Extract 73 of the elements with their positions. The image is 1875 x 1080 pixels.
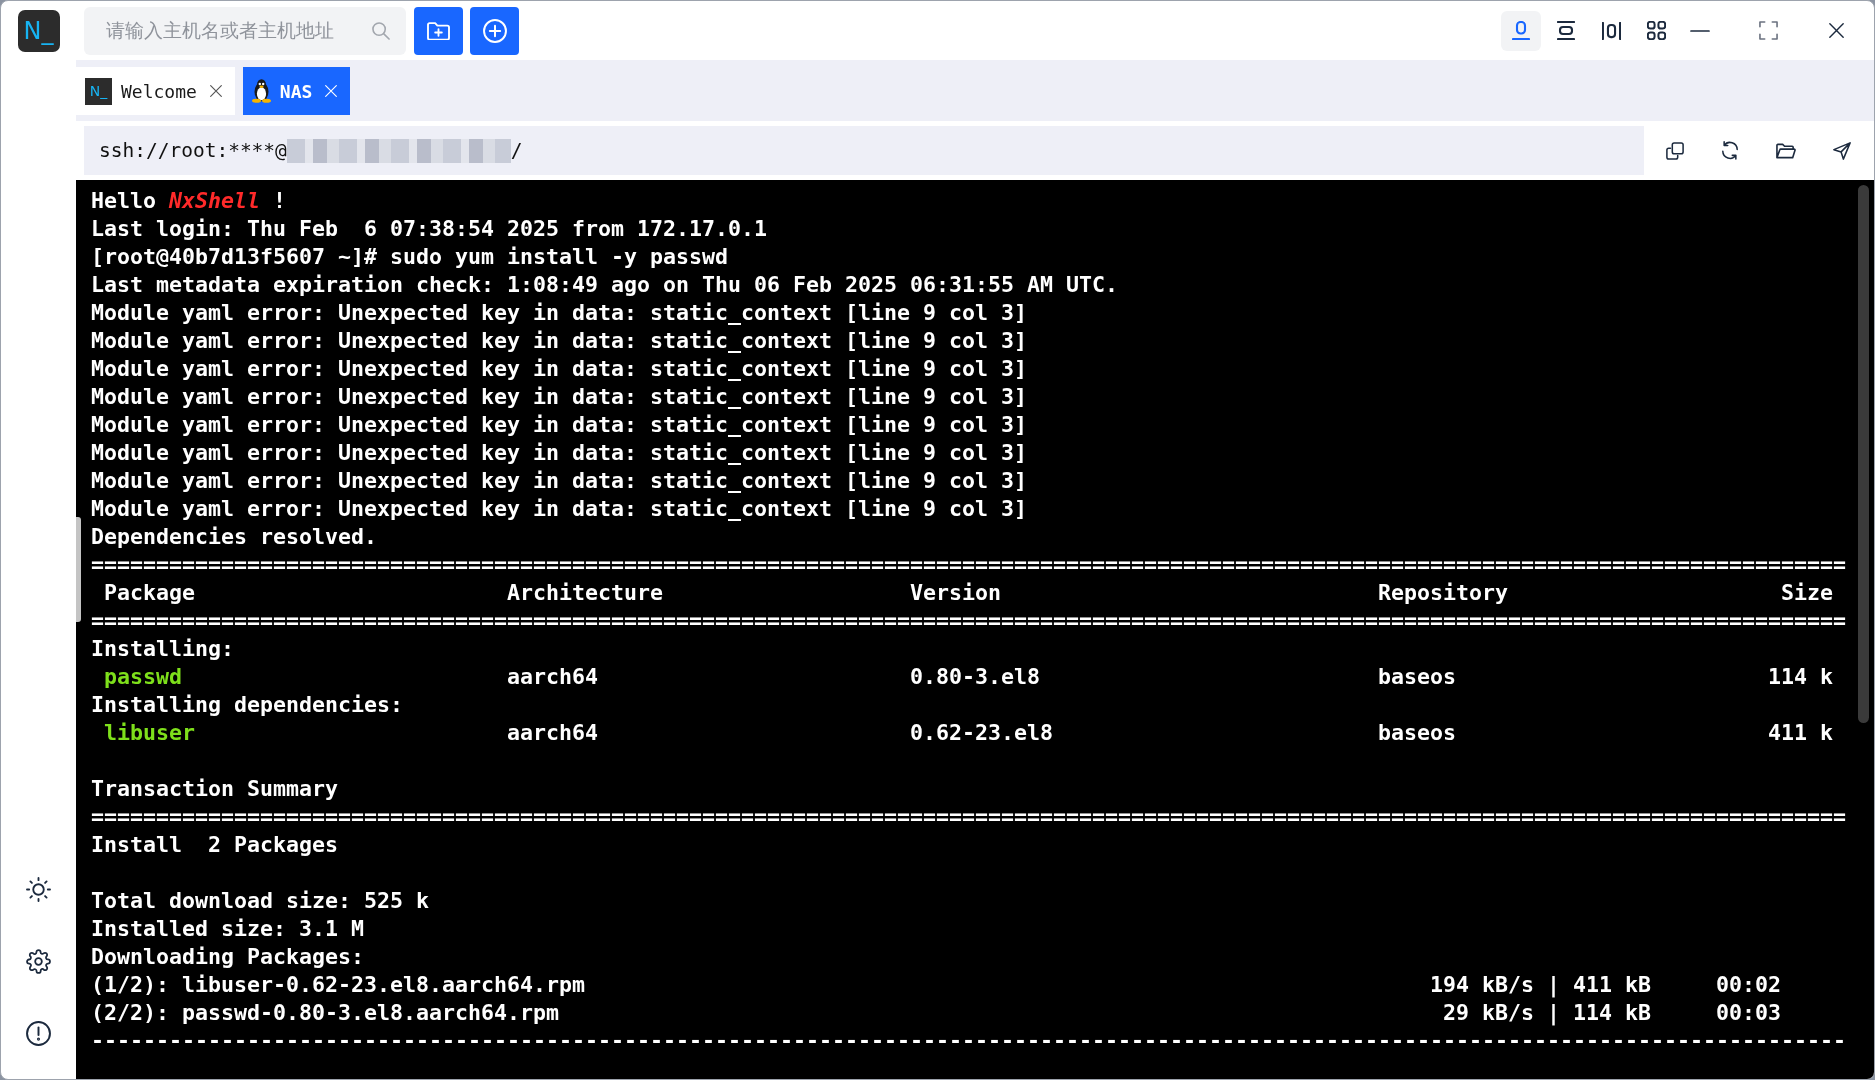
alert-icon[interactable] [26,1021,51,1046]
column-header: Package [104,579,195,607]
package-name: libuser [104,719,195,747]
separator-line: ======================================================================================================================================= [91,803,1847,831]
terminal-line: Total download size: 525 k [91,887,429,915]
table-cell: 114 k [1768,663,1834,691]
column-header: Architecture [507,579,664,607]
resize-handle[interactable] [76,517,81,622]
new-folder-button[interactable] [414,6,463,55]
table-cell: baseos [1378,719,1457,747]
download-stats: 194 kB/s | 411 kB 00:02 [1430,971,1782,999]
separator-line: ======================================================================================================================================= [91,551,1847,579]
close-icon[interactable] [209,85,222,97]
table-cell: 411 k [1768,719,1834,747]
address-text: / [510,139,523,162]
terminal-line: Installed size: 3.1 M [91,915,364,943]
table-cell: aarch64 [507,663,599,691]
address-text: ssh://root:****@ [99,139,287,162]
send-icon[interactable] [1833,141,1851,160]
settings-icon[interactable] [26,949,51,974]
minimize-icon [1690,29,1710,32]
single-pane-icon [1512,21,1530,40]
terminal-line: Installing: [91,635,234,663]
terminal-line: Module yaml error: Unexpected key in data: static_context [line 9 col 3] [91,439,1028,467]
refresh-icon[interactable] [1721,141,1739,160]
terminal-line: Last metadata expiration check: 1:08:49 ago on Thu 06 Feb 2025 06:31:55 AM UTC. [91,271,1119,299]
table-cell: baseos [1378,663,1457,691]
download-stats: 29 kB/s | 114 kB 00:03 [1443,999,1782,1027]
terminal-line: Transaction Summary [91,775,338,803]
columns-layout-icon [1601,21,1621,40]
close-icon [1828,23,1844,38]
terminal-line: Module yaml error: Unexpected key in data: static_context [line 9 col 3] [91,299,1028,327]
terminal-line: Module yaml error: Unexpected key in data: static_context [line 9 col 3] [91,495,1028,523]
separator-line: --------------------------------------------------------------------------------------------------------------------------------------- [91,1027,1847,1055]
rows-layout-icon [1557,21,1575,40]
table-cell: 0.62-23.el8 [910,719,1054,747]
tab[interactable]: NAS [242,67,351,115]
terminal-line: [root@40b7d13f5607 ~]# sudo yum install -y passwd [91,243,729,271]
sun-icon[interactable] [26,877,51,902]
terminal-line: Install 2 Packages [91,831,338,859]
terminal-line: Last login: Thu Feb 6 07:38:54 2025 from 172.17.0.1 [91,215,768,243]
folder-plus-icon [427,21,450,40]
app-logo: N_ [85,77,112,105]
package-name: passwd [104,663,182,691]
terminal-line: Module yaml error: Unexpected key in data: static_context [line 9 col 3] [91,355,1028,383]
terminal-line: Dependencies resolved. [91,523,377,551]
table-cell: aarch64 [507,719,599,747]
penguin-icon [251,79,271,103]
terminal-line: Installing dependencies: [91,691,403,719]
scrollbar[interactable] [1858,185,1869,723]
separator-line: ======================================================================================================================================= [91,607,1847,635]
app-logo: N_ [17,9,60,52]
terminal-line: Hello NxShell ! [91,187,287,215]
tab[interactable]: N_ Welcome [76,67,235,115]
terminal-line: Downloading Packages: [91,943,364,971]
address-field[interactable]: ssh://root:****@ / [84,126,1644,175]
copy-icon[interactable] [1666,141,1684,160]
terminal-line: Module yaml error: Unexpected key in data: static_context [line 9 col 3] [91,411,1028,439]
column-header: Size [1781,579,1834,607]
column-header: Repository [1378,579,1509,607]
folder-icon[interactable] [1776,142,1796,159]
download-file: (2/2): passwd-0.80-3.el8.aarch64.rpm [91,999,560,1027]
terminal-line: Module yaml error: Unexpected key in data: static_context [line 9 col 3] [91,467,1028,495]
add-button[interactable] [470,6,519,55]
maximize-icon [1758,21,1778,40]
plus-circle-icon [482,18,507,43]
terminal-line: Module yaml error: Unexpected key in data: static_context [line 9 col 3] [91,327,1028,355]
download-file: (1/2): libuser-0.62-23.el8.aarch64.rpm [91,971,586,999]
terminal-line: Module yaml error: Unexpected key in data: static_context [line 9 col 3] [91,383,1028,411]
grid-layout-icon [1646,21,1666,40]
table-cell: 0.80-3.el8 [910,663,1041,691]
search-field[interactable]: 请输入主机名或者主机地址 [84,6,406,55]
column-header: Version [910,579,1002,607]
